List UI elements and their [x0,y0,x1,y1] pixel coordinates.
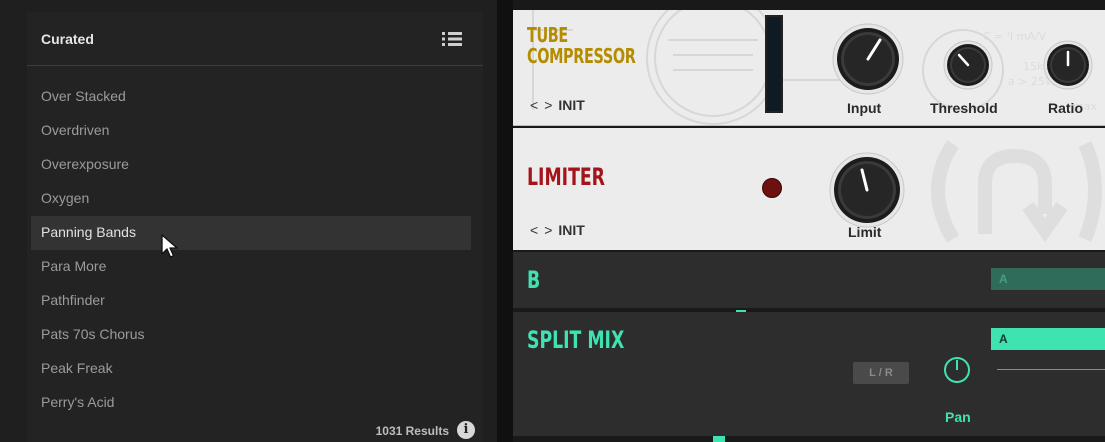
input-knob[interactable] [832,23,904,95]
module-title-line: TUBE [527,23,568,47]
effect-rack: C = 'I mA/V 15k a > 25W max TUBE COMPRES… [513,0,1105,442]
next-preset-button[interactable]: > [544,222,552,238]
knob-label: Limit [848,224,882,240]
list-item[interactable]: Oxygen [31,182,471,216]
info-icon[interactable]: i [457,421,475,439]
chain-a-bar[interactable]: A [991,268,1105,290]
browser-title: Curated [41,31,94,47]
next-preset-button[interactable]: > [544,97,552,113]
limiter-module: LIMITER < > INIT Limit [513,128,1105,250]
module-title-line: COMPRESSOR [527,44,636,68]
knob-label: Ratio [1048,100,1083,116]
preset-browser: Curated Over Stacked Overdriven Overexpo… [27,12,483,442]
pan-knob[interactable] [943,356,971,384]
browser-header: Curated [27,12,483,66]
list-item-selected[interactable]: Panning Bands [31,216,471,250]
tube-compressor-module: C = 'I mA/V 15k a > 25W max TUBE COMPRES… [513,10,1105,126]
limiter-led [762,178,782,198]
list-icon[interactable] [441,30,463,48]
preset-name[interactable]: INIT [558,222,584,238]
list-item[interactable]: Perry's Acid [31,386,471,420]
preset-browser-panel: Curated Over Stacked Overdriven Overexpo… [0,0,497,442]
results-count: 1031 Results [375,424,449,438]
preset-name[interactable]: INIT [558,97,584,113]
b-module: B A [513,252,1105,310]
results-bar: 1031 Results i [27,420,483,442]
limiter-logo-background [931,140,1102,243]
pan-scale-line [997,369,1105,370]
module-title: B [527,266,541,294]
preset-list: Over Stacked Overdriven Overexposure Oxy… [31,80,471,430]
list-item[interactable]: Overdriven [31,114,471,148]
limit-knob[interactable] [829,152,905,228]
list-item[interactable]: Peak Freak [31,352,471,386]
module-title: TUBE COMPRESSOR [527,23,636,68]
gain-reduction-meter [765,15,783,113]
knob-label: Input [847,100,882,116]
list-item[interactable]: Para More [31,250,471,284]
threshold-knob[interactable] [943,40,993,90]
schematic-text: 15k [1023,60,1044,73]
prev-preset-button[interactable]: < [530,97,538,113]
panel-divider[interactable] [497,0,513,442]
split-mix-module: SPLIT MIX A L / R Pan [513,312,1105,436]
chain-a-bar[interactable]: A [991,328,1105,350]
lr-mode-button[interactable]: L / R [853,362,909,384]
knob-label: Threshold [930,100,998,116]
list-item[interactable]: Pathfinder [31,284,471,318]
ratio-knob[interactable] [1043,40,1093,90]
list-item[interactable]: Pats 70s Chorus [31,318,471,352]
preset-selector: < > INIT [530,97,585,113]
pan-label: Pan [945,409,971,425]
list-item[interactable]: Over Stacked [31,80,471,114]
preset-selector: < > INIT [530,222,585,238]
prev-preset-button[interactable]: < [530,222,538,238]
module-title: SPLIT MIX [527,326,625,354]
list-item[interactable]: Overexposure [31,148,471,182]
module-title: LIMITER [527,163,605,191]
